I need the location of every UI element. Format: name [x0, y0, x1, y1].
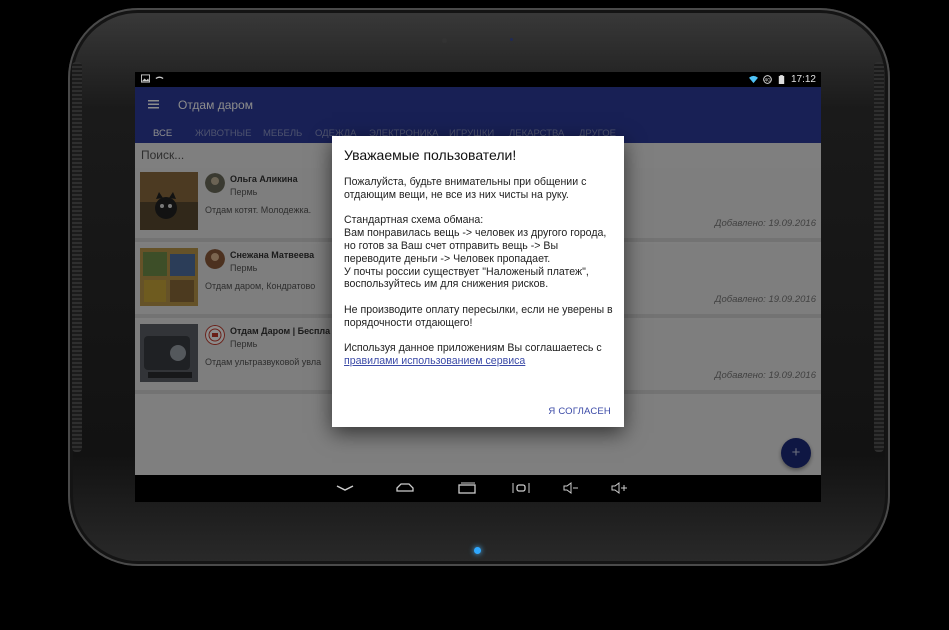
- screenshot-icon[interactable]: [511, 480, 531, 496]
- speaker-grille-right: [874, 62, 884, 452]
- image-icon: [141, 74, 150, 83]
- terms-link[interactable]: правилами использованием сервиса: [344, 355, 525, 367]
- recent-apps-icon[interactable]: [457, 480, 477, 496]
- status-time: 17:12: [790, 74, 816, 85]
- notification-led: [474, 547, 481, 554]
- battery-icon: [778, 75, 785, 84]
- dialog-scheme-advice: У почты россии существует "Наложеный пла…: [344, 265, 589, 291]
- dialog-title: Уважаемые пользователи!: [344, 147, 517, 163]
- dialog-scheme-heading: Стандартная схема обмана:: [344, 214, 484, 227]
- data-icon: 4G: [763, 75, 772, 84]
- status-bar: 4G 17:12: [135, 72, 821, 87]
- dialog-terms-prefix: Используя данное приложениям Вы соглашае…: [344, 342, 602, 355]
- dialog-paragraph: Стандартная схема обмана: Вам понравилас…: [344, 214, 616, 291]
- agree-button[interactable]: Я СОГЛАСЕН: [548, 406, 611, 417]
- volume-up-icon[interactable]: [609, 480, 629, 496]
- dialog-paragraph: Используя данное приложениям Вы соглашае…: [344, 342, 616, 368]
- volume-down-icon[interactable]: [561, 480, 581, 496]
- dialog-paragraph: Пожалуйста, будьте внимательны при общен…: [344, 176, 587, 201]
- svg-text:4G: 4G: [764, 77, 771, 83]
- light-sensor: [510, 38, 513, 41]
- front-camera: [442, 38, 447, 43]
- navigation-bar: [135, 475, 821, 502]
- wifi-icon: [748, 75, 758, 84]
- dialog-paragraph: Не производите оплату пересылки, если не…: [344, 303, 613, 329]
- home-icon[interactable]: [395, 480, 415, 496]
- warning-dialog: Уважаемые пользователи! Пожалуйста, будь…: [332, 136, 624, 427]
- dialog-scheme-text: Вам понравилась вещь -> человек из друго…: [344, 227, 607, 265]
- usb-icon: [155, 76, 164, 80]
- hide-keyboard-icon[interactable]: [335, 480, 355, 496]
- dialog-body: Пожалуйста, будьте внимательны при общен…: [344, 176, 616, 381]
- speaker-grille-left: [72, 62, 82, 452]
